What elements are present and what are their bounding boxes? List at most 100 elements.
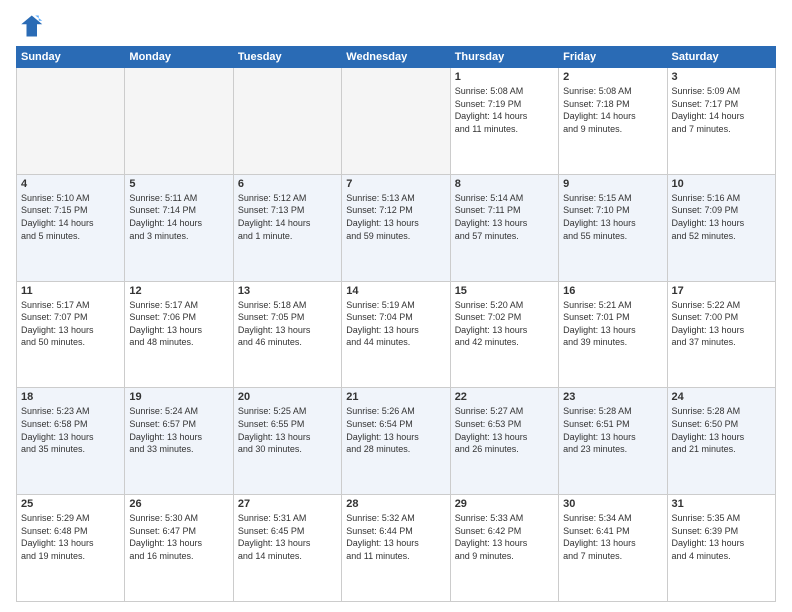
day-number: 24: [672, 391, 771, 403]
calendar-cell: [233, 68, 341, 175]
calendar-cell: 16 Sunrise: 5:21 AM Sunset: 7:01 PM Dayli…: [559, 281, 667, 388]
calendar-cell: 21 Sunrise: 5:26 AM Sunset: 6:54 PM Dayli…: [342, 388, 450, 495]
day-header-monday: Monday: [125, 47, 233, 68]
day-number: 26: [129, 498, 228, 510]
calendar-cell: [342, 68, 450, 175]
calendar-cell: 20Sunrise: 5:25 AM Sunset: 6:55 PM Dayli…: [233, 388, 341, 495]
day-number: 2: [563, 71, 662, 83]
day-number: 29: [455, 498, 554, 510]
day-info: Sunrise: 5:33 AM Sunset: 6:42 PM Dayligh…: [455, 512, 554, 562]
calendar-cell: 19 Sunrise: 5:24 AM Sunset: 6:57 PM Dayli…: [125, 388, 233, 495]
day-number: 25: [21, 498, 120, 510]
day-header-wednesday: Wednesday: [342, 47, 450, 68]
day-number: 28: [346, 498, 445, 510]
calendar-header-row: SundayMondayTuesdayWednesdayThursdayFrid…: [17, 47, 776, 68]
calendar-cell: 18 Sunrise: 5:23 AM Sunset: 6:58 PM Dayli…: [17, 388, 125, 495]
day-info: Sunrise: 5:09 AM Sunset: 7:17 PM Dayligh…: [672, 85, 771, 135]
day-info: Sunrise: 5:18 AM Sunset: 7:05 PM Dayligh…: [238, 299, 337, 349]
day-header-friday: Friday: [559, 47, 667, 68]
calendar-cell: 9 Sunrise: 5:15 AM Sunset: 7:10 PM Daylig…: [559, 174, 667, 281]
day-number: 19: [129, 391, 228, 403]
calendar-cell: 10Sunrise: 5:16 AM Sunset: 7:09 PM Dayli…: [667, 174, 775, 281]
calendar-cell: 15 Sunrise: 5:20 AM Sunset: 7:02 PM Dayli…: [450, 281, 558, 388]
day-info: Sunrise: 5:21 AM Sunset: 7:01 PM Dayligh…: [563, 299, 662, 349]
calendar-cell: 22 Sunrise: 5:27 AM Sunset: 6:53 PM Dayli…: [450, 388, 558, 495]
day-info: Sunrise: 5:26 AM Sunset: 6:54 PM Dayligh…: [346, 405, 445, 455]
day-info: Sunrise: 5:28 AM Sunset: 6:51 PM Dayligh…: [563, 405, 662, 455]
day-info: Sunrise: 5:17 AM Sunset: 7:07 PM Dayligh…: [21, 299, 120, 349]
calendar-week-row: 1Sunrise: 5:08 AM Sunset: 7:19 PM Daylig…: [17, 68, 776, 175]
day-info: Sunrise: 5:12 AM Sunset: 7:13 PM Dayligh…: [238, 192, 337, 242]
calendar-cell: 1Sunrise: 5:08 AM Sunset: 7:19 PM Daylig…: [450, 68, 558, 175]
day-info: Sunrise: 5:20 AM Sunset: 7:02 PM Dayligh…: [455, 299, 554, 349]
day-number: 18: [21, 391, 120, 403]
day-info: Sunrise: 5:31 AM Sunset: 6:45 PM Dayligh…: [238, 512, 337, 562]
day-info: Sunrise: 5:25 AM Sunset: 6:55 PM Dayligh…: [238, 405, 337, 455]
day-info: Sunrise: 5:32 AM Sunset: 6:44 PM Dayligh…: [346, 512, 445, 562]
calendar-week-row: 4 Sunrise: 5:10 AM Sunset: 7:15 PM Daylig…: [17, 174, 776, 281]
calendar-cell: 30 Sunrise: 5:34 AM Sunset: 6:41 PM Dayli…: [559, 495, 667, 602]
calendar-cell: 3Sunrise: 5:09 AM Sunset: 7:17 PM Daylig…: [667, 68, 775, 175]
day-number: 9: [563, 178, 662, 190]
day-info: Sunrise: 5:08 AM Sunset: 7:19 PM Dayligh…: [455, 85, 554, 135]
day-info: Sunrise: 5:28 AM Sunset: 6:50 PM Dayligh…: [672, 405, 771, 455]
day-number: 27: [238, 498, 337, 510]
day-info: Sunrise: 5:19 AM Sunset: 7:04 PM Dayligh…: [346, 299, 445, 349]
calendar-cell: 7Sunrise: 5:13 AM Sunset: 7:12 PM Daylig…: [342, 174, 450, 281]
day-number: 7: [346, 178, 445, 190]
calendar-cell: 27 Sunrise: 5:31 AM Sunset: 6:45 PM Dayli…: [233, 495, 341, 602]
calendar-cell: 12 Sunrise: 5:17 AM Sunset: 7:06 PM Dayli…: [125, 281, 233, 388]
calendar-cell: 31 Sunrise: 5:35 AM Sunset: 6:39 PM Dayli…: [667, 495, 775, 602]
day-number: 13: [238, 285, 337, 297]
calendar-cell: 8 Sunrise: 5:14 AM Sunset: 7:11 PM Daylig…: [450, 174, 558, 281]
day-number: 31: [672, 498, 771, 510]
calendar-cell: 25 Sunrise: 5:29 AM Sunset: 6:48 PM Dayli…: [17, 495, 125, 602]
day-info: Sunrise: 5:27 AM Sunset: 6:53 PM Dayligh…: [455, 405, 554, 455]
day-number: 14: [346, 285, 445, 297]
day-number: 5: [129, 178, 228, 190]
day-number: 12: [129, 285, 228, 297]
logo: [16, 12, 48, 40]
day-number: 16: [563, 285, 662, 297]
calendar-cell: 23 Sunrise: 5:28 AM Sunset: 6:51 PM Dayli…: [559, 388, 667, 495]
calendar-cell: 5Sunrise: 5:11 AM Sunset: 7:14 PM Daylig…: [125, 174, 233, 281]
day-number: 23: [563, 391, 662, 403]
calendar-table: SundayMondayTuesdayWednesdayThursdayFrid…: [16, 46, 776, 602]
calendar-week-row: 18 Sunrise: 5:23 AM Sunset: 6:58 PM Dayli…: [17, 388, 776, 495]
day-info: Sunrise: 5:30 AM Sunset: 6:47 PM Dayligh…: [129, 512, 228, 562]
page-header: [16, 12, 776, 40]
day-header-sunday: Sunday: [17, 47, 125, 68]
day-info: Sunrise: 5:10 AM Sunset: 7:15 PM Dayligh…: [21, 192, 120, 242]
calendar-cell: 29 Sunrise: 5:33 AM Sunset: 6:42 PM Dayli…: [450, 495, 558, 602]
day-header-tuesday: Tuesday: [233, 47, 341, 68]
calendar-cell: 11Sunrise: 5:17 AM Sunset: 7:07 PM Dayli…: [17, 281, 125, 388]
day-number: 21: [346, 391, 445, 403]
day-info: Sunrise: 5:29 AM Sunset: 6:48 PM Dayligh…: [21, 512, 120, 562]
day-info: Sunrise: 5:22 AM Sunset: 7:00 PM Dayligh…: [672, 299, 771, 349]
day-info: Sunrise: 5:14 AM Sunset: 7:11 PM Dayligh…: [455, 192, 554, 242]
day-header-thursday: Thursday: [450, 47, 558, 68]
calendar-cell: 4 Sunrise: 5:10 AM Sunset: 7:15 PM Daylig…: [17, 174, 125, 281]
day-number: 6: [238, 178, 337, 190]
day-info: Sunrise: 5:23 AM Sunset: 6:58 PM Dayligh…: [21, 405, 120, 455]
day-info: Sunrise: 5:35 AM Sunset: 6:39 PM Dayligh…: [672, 512, 771, 562]
day-info: Sunrise: 5:24 AM Sunset: 6:57 PM Dayligh…: [129, 405, 228, 455]
day-info: Sunrise: 5:15 AM Sunset: 7:10 PM Dayligh…: [563, 192, 662, 242]
day-number: 10: [672, 178, 771, 190]
day-info: Sunrise: 5:34 AM Sunset: 6:41 PM Dayligh…: [563, 512, 662, 562]
calendar-cell: [125, 68, 233, 175]
day-number: 15: [455, 285, 554, 297]
day-number: 8: [455, 178, 554, 190]
calendar-cell: 24 Sunrise: 5:28 AM Sunset: 6:50 PM Dayli…: [667, 388, 775, 495]
day-number: 17: [672, 285, 771, 297]
day-info: Sunrise: 5:17 AM Sunset: 7:06 PM Dayligh…: [129, 299, 228, 349]
calendar-cell: [17, 68, 125, 175]
calendar-cell: 14 Sunrise: 5:19 AM Sunset: 7:04 PM Dayli…: [342, 281, 450, 388]
logo-icon: [16, 12, 44, 40]
calendar-week-row: 25 Sunrise: 5:29 AM Sunset: 6:48 PM Dayli…: [17, 495, 776, 602]
day-number: 22: [455, 391, 554, 403]
day-number: 30: [563, 498, 662, 510]
calendar-cell: 26 Sunrise: 5:30 AM Sunset: 6:47 PM Dayli…: [125, 495, 233, 602]
day-number: 4: [21, 178, 120, 190]
calendar-cell: 13 Sunrise: 5:18 AM Sunset: 7:05 PM Dayli…: [233, 281, 341, 388]
